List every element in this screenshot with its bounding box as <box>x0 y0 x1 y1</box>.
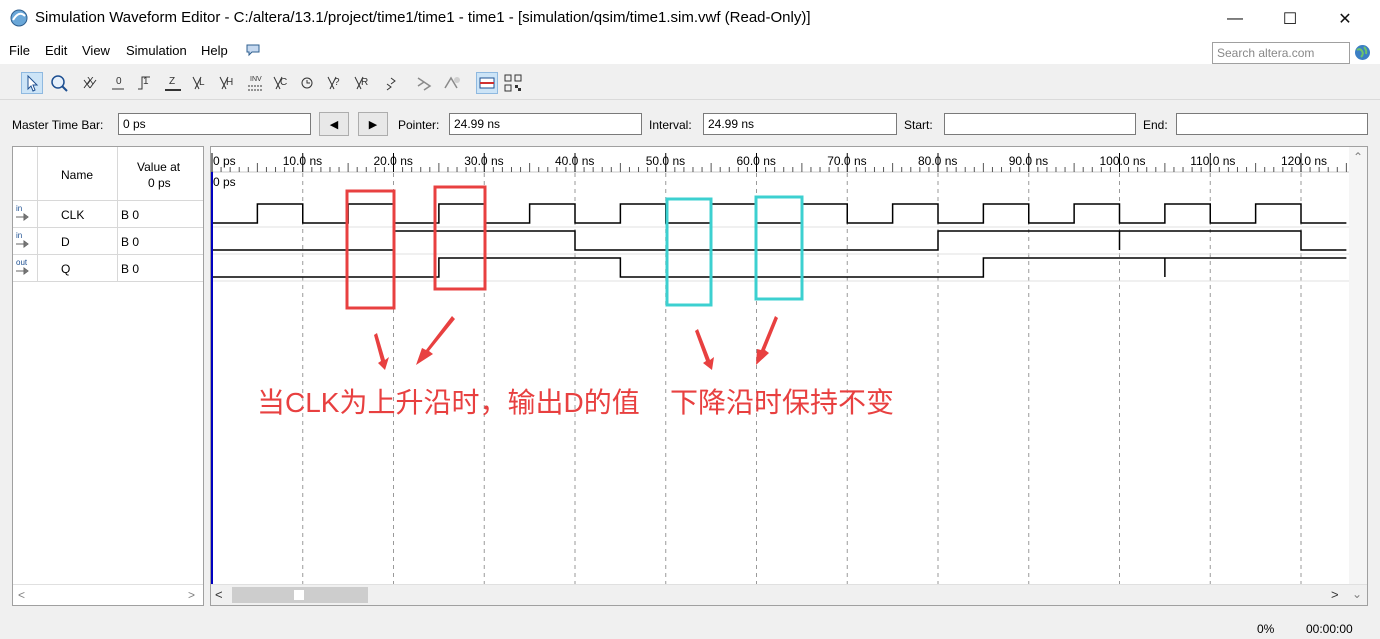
signal-value: B 0 <box>121 235 140 249</box>
waveform-trace-q[interactable] <box>212 257 1347 278</box>
interval-label: Interval: <box>649 118 692 132</box>
select-tool-button[interactable] <box>21 72 43 94</box>
status-bar: 0% 00:00:00 <box>0 614 1380 639</box>
time-label: 60.0 ns <box>737 154 776 168</box>
minimize-button[interactable]: — <box>1212 0 1258 38</box>
time-label: 20.0 ns <box>374 154 413 168</box>
name-column-header[interactable]: Name <box>61 168 93 182</box>
invert-icon: INV <box>250 76 262 83</box>
time-label: 0 ps <box>213 154 236 168</box>
input-pin-icon: in <box>16 231 23 240</box>
time-label: 50.0 ns <box>646 154 685 168</box>
time-label: 110.0 ns <box>1190 154 1235 168</box>
time-label: 90.0 ns <box>1009 154 1048 168</box>
netlist-icon <box>444 76 460 89</box>
pointer-label: Pointer: <box>398 118 440 132</box>
interval-field[interactable]: 24.99 ns <box>703 113 897 135</box>
signal-value: B 0 <box>121 262 140 276</box>
time-label: 100.0 ns <box>1100 154 1146 168</box>
elapsed-time: 00:00:00 <box>1306 622 1353 636</box>
waveform-value-tools[interactable]: X 0 1 Z L H INV C ? R <box>78 72 408 94</box>
netlist-button[interactable] <box>441 72 463 94</box>
pointer-field[interactable]: 24.99 ns <box>449 113 642 135</box>
scroll-right-icon[interactable]: > <box>1331 587 1339 602</box>
start-field[interactable] <box>944 113 1136 135</box>
signal-row[interactable]: in D B 0 <box>13 228 203 255</box>
signal-row[interactable]: out Q B 0 <box>13 255 203 282</box>
waveform-panel[interactable]: 0 ps 10.0 ns 20.0 ns 30.0 ns 40.0 ns 50.0 ns 6… <box>210 146 1368 606</box>
waveform-canvas[interactable]: 0 ps 10.0 ns 20.0 ns 30.0 ns 40.0 ns 50.0 ns 6… <box>211 147 1349 584</box>
output-pin-arrow-icon <box>16 267 29 275</box>
grid-icon <box>504 74 522 92</box>
left-horizontal-scrollbar[interactable]: < > <box>13 584 203 605</box>
select-icon <box>27 74 39 92</box>
signal-list-panel: Name Value at 0 ps in CLK B 0 in D B 0 o… <box>12 146 204 606</box>
force-high-icon: 1 <box>143 76 149 87</box>
scroll-left-icon[interactable]: < <box>18 588 25 602</box>
zoom-tool-button[interactable] <box>48 72 70 94</box>
next-transition-button[interactable]: ▶ <box>358 112 388 136</box>
app-icon <box>10 9 28 27</box>
value-column-header-time: 0 ps <box>148 176 171 190</box>
search-input[interactable]: Search altera.com <box>1212 42 1350 64</box>
snap-to-grid-icon <box>479 77 495 89</box>
time-label: 30.0 ns <box>464 154 503 168</box>
waveform-trace-d[interactable] <box>212 230 1347 251</box>
scroll-right-icon[interactable]: > <box>188 588 195 602</box>
scroll-up-icon[interactable]: ⌃ <box>1353 150 1363 164</box>
time-label: 120.0 ns <box>1281 154 1327 168</box>
input-pin-icon: in <box>16 204 23 213</box>
scroll-down-icon[interactable]: ⌄ <box>1352 587 1362 601</box>
previous-transition-button[interactable]: ◀ <box>319 112 349 136</box>
snap-to-grid-button[interactable] <box>476 72 498 94</box>
menu-help[interactable]: Help <box>201 43 228 58</box>
master-time-bar-field[interactable]: 0 ps <box>118 113 311 135</box>
signal-value: B 0 <box>121 208 140 222</box>
menu-simulation[interactable]: Simulation <box>126 43 187 58</box>
waveform-trace-clk[interactable] <box>212 203 1347 224</box>
close-button[interactable]: ✕ <box>1322 0 1368 38</box>
comment-icon[interactable] <box>246 43 260 57</box>
scrollbar-thumb[interactable] <box>232 587 368 603</box>
end-label: End: <box>1143 118 1168 132</box>
input-pin-arrow-icon <box>16 213 29 221</box>
menu-edit[interactable]: Edit <box>45 43 67 58</box>
input-pin-arrow-icon <box>16 240 29 248</box>
signal-name: D <box>61 235 70 249</box>
time-label: 70.0 ns <box>827 154 866 168</box>
time-label: 80.0 ns <box>918 154 957 168</box>
timing-sim-button[interactable] <box>414 72 436 94</box>
grid-button[interactable] <box>502 72 524 94</box>
force-high-z-icon: Z <box>169 76 175 87</box>
scroll-left-icon[interactable]: < <box>215 587 223 602</box>
signal-name: CLK <box>61 208 85 222</box>
time-label: 10.0 ns <box>283 154 322 168</box>
vertical-scrollbar[interactable]: ⌃ <box>1349 147 1367 584</box>
maximize-button[interactable]: ☐ <box>1267 0 1313 38</box>
timing-sim-icon <box>417 77 432 91</box>
window-title: Simulation Waveform Editor - C:/altera/1… <box>35 9 811 26</box>
time-label: 40.0 ns <box>555 154 594 168</box>
globe-icon[interactable] <box>1354 44 1371 61</box>
progress-percent: 0% <box>1257 622 1275 636</box>
end-field[interactable] <box>1176 113 1368 135</box>
signal-row[interactable]: in CLK B 0 <box>13 201 203 228</box>
force-low-icon: 0 <box>116 76 122 87</box>
menu-view[interactable]: View <box>82 43 110 58</box>
zoom-icon <box>51 75 68 92</box>
signal-name: Q <box>61 262 71 276</box>
cursor-time-label: 0 ps <box>213 175 236 189</box>
start-label: Start: <box>904 118 933 132</box>
master-time-bar-label: Master Time Bar: <box>12 118 104 132</box>
waveform-horizontal-scrollbar[interactable]: < > ⌄ <box>211 584 1367 605</box>
menu-file[interactable]: File <box>9 43 30 58</box>
output-pin-icon: out <box>16 258 28 267</box>
value-column-header[interactable]: Value at <box>137 160 180 174</box>
